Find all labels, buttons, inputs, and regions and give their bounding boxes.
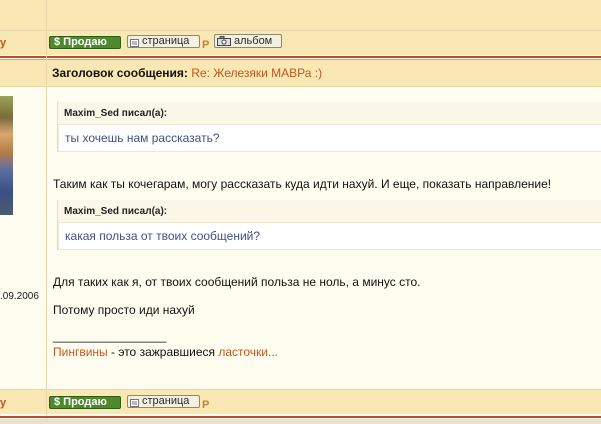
profile-page-label: страница [142, 35, 190, 47]
profile-page-button[interactable]: страница [127, 35, 200, 48]
column-divider-bottom [46, 390, 47, 414]
quote-author: Maxim_Sed писал(а): [64, 108, 168, 119]
post-paragraph-3: Потому просто иди нахуй [53, 303, 195, 317]
header-divider [0, 86, 601, 87]
sell-button[interactable]: $ Продаю [49, 396, 121, 409]
quote-block-2: Maxim_Sed писал(а): какая польза от твои… [57, 200, 601, 250]
camera-icon [217, 36, 231, 46]
username-link-top[interactable]: у [0, 37, 6, 49]
subject-label: Заголовок сообщения: [52, 66, 188, 80]
sell-button-label: $ Продаю [54, 396, 107, 408]
quote-block-1: Maxim_Sed писал(а): ты хочешь нам расска… [57, 102, 601, 152]
post-paragraph-1: Таким как ты кочегарам, могу рассказать … [53, 177, 552, 191]
quote-text: ты хочешь нам рассказать? [58, 124, 601, 152]
profile-page-button[interactable]: страница [127, 395, 200, 408]
sell-button-label: $ Продаю [54, 36, 107, 48]
column-divider [46, 0, 47, 424]
signature-text: - это зажравшиеся [107, 345, 219, 359]
profile-page-label: страница [142, 395, 190, 407]
avatar [0, 96, 13, 215]
post-date: .09.2006 [0, 291, 39, 302]
signature-link-swallows[interactable]: ласточки... [218, 345, 278, 359]
post-separator [0, 56, 601, 58]
next-row-band [0, 419, 601, 424]
post-subject: Заголовок сообщения: Re: Железяки МАВРа … [52, 66, 322, 80]
post-paragraph-2: Для таких как я, от твоих сообщений поль… [53, 275, 421, 289]
post-separator-bottom [0, 416, 601, 418]
sell-button[interactable]: $ Продаю [49, 36, 121, 49]
signature-separator: _________________ [53, 329, 167, 343]
top-band [0, 0, 601, 30]
quote-text: какая польза от твоих сообщений? [58, 222, 601, 250]
username-link-bottom[interactable]: у [0, 397, 6, 409]
r-letter-icon[interactable]: Р [202, 399, 209, 411]
r-letter-icon[interactable]: Р [202, 39, 209, 51]
page-icon [130, 38, 139, 47]
quote-author: Maxim_Sed писал(а): [64, 206, 168, 217]
page-icon [130, 398, 139, 407]
subject-value: Re: Железяки МАВРа :) [191, 66, 323, 80]
signature-link-penguins[interactable]: Пингвины [53, 345, 108, 359]
signature: Пингвины - это зажравшиеся ласточки... [53, 345, 278, 359]
album-label: альбом [234, 34, 273, 47]
album-button[interactable]: альбом [214, 34, 282, 48]
